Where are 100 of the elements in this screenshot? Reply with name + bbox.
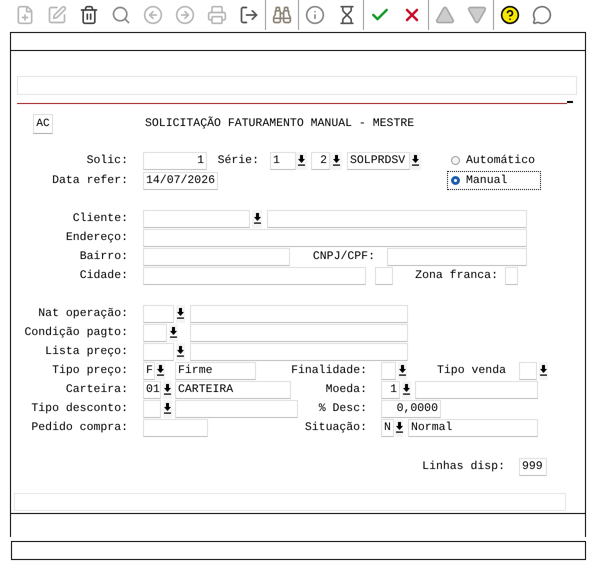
info-icon [305,5,325,25]
new-document-icon [15,5,35,25]
input-field[interactable] [143,228,527,246]
arrow-down-icon [164,403,171,414]
field-label: Tipo venda [436,363,506,379]
input-field[interactable]: 1 [143,152,207,170]
field-label: Tipo desconto: [30,401,128,417]
input-field[interactable] [143,324,167,342]
input-field[interactable] [415,380,538,398]
dropdown-button[interactable] [176,304,185,322]
search-icon [111,5,131,25]
field-label: Nat operação: [37,306,128,322]
arrow-down-icon [298,155,305,166]
field-label: Lista preço: [44,344,128,360]
dropdown-button[interactable] [252,210,262,228]
arrow-down-icon [254,213,260,224]
exit-icon [239,5,259,25]
input-field[interactable] [143,266,366,284]
triangle-up-icon [435,5,455,25]
field-label: Cidade: [78,268,128,284]
arrow-down-icon [170,327,177,338]
arrow-down-icon [540,365,547,376]
field-label: Tipo preço: [51,363,128,379]
input-field[interactable]: Firme [175,362,256,380]
field-label: Data refer: [51,173,128,189]
dropdown-button[interactable] [398,362,407,380]
input-field[interactable]: N [381,418,394,436]
field-label: Cliente: [72,211,128,227]
help-icon [500,5,520,25]
arrow-down-icon [177,308,184,319]
input-field[interactable]: 01 [143,380,161,398]
input-field[interactable] [143,210,250,228]
dropdown-button[interactable] [163,400,172,418]
input-field[interactable] [190,324,408,342]
input-field[interactable]: 1 [270,152,296,170]
dropdown-button[interactable] [410,152,421,170]
input-field[interactable] [143,304,174,322]
input-field[interactable] [143,342,174,360]
next-icon [175,5,195,25]
ac-button[interactable]: AC [33,114,53,134]
input-field[interactable] [505,266,518,284]
input-field[interactable]: 999 [519,458,547,476]
dropdown-button[interactable] [156,362,165,380]
field-label: Linhas disp: [421,459,505,475]
field-label: Finalidade: [290,363,367,379]
input-field[interactable]: Normal [408,418,538,436]
arrow-down-icon [332,155,340,166]
field-label: Endereço: [64,230,128,246]
arrow-down-icon [164,384,171,395]
input-field[interactable]: 14/07/2026 [143,172,218,190]
dropdown-button[interactable] [176,342,185,360]
dropdown-button[interactable] [395,418,403,436]
dropdown-button[interactable] [169,324,178,342]
input-field[interactable]: SOLPRDSV [347,152,410,170]
field-label: Solic: [86,153,128,169]
input-field[interactable] [190,342,408,360]
input-field[interactable] [143,248,290,266]
input-field[interactable] [190,304,408,322]
field-label: Carteira: [64,382,128,398]
radio-option[interactable]: Manual [447,171,541,190]
input-field[interactable] [519,362,537,380]
dropdown-button[interactable] [330,152,342,170]
arrow-down-icon [177,346,184,357]
field-label: Zona franca: [414,268,498,284]
dropdown-button[interactable] [296,152,307,170]
binoculars-icon [272,5,292,25]
form-title: SOLICITAÇÃO FATURAMENTO MANUAL - MESTRE [145,116,414,132]
input-field[interactable] [143,418,208,436]
input-field[interactable] [387,248,527,266]
field-label: Condição pagto: [23,325,128,341]
arrow-down-icon [412,155,419,166]
field-label: Bairro: [78,249,128,265]
speech-bubble-icon [532,5,552,25]
field-label: Série: [216,153,259,169]
input-field[interactable] [143,400,161,418]
arrow-down-icon [396,422,402,433]
dropdown-button[interactable] [539,362,548,380]
input-field[interactable]: CARTEIRA [175,380,291,398]
edit-icon [47,5,67,25]
input-field[interactable]: F [143,362,155,380]
field-label: Pedido compra: [30,420,128,436]
arrow-down-icon [157,365,164,376]
arrow-down-icon [403,384,410,395]
dropdown-button[interactable] [163,380,172,398]
triangle-down-icon [467,5,487,25]
input-field[interactable] [267,210,527,228]
field-label: Moeda: [324,382,367,398]
radio-option[interactable]: Automático [447,151,541,170]
input-field[interactable] [381,362,396,380]
input-field[interactable] [375,266,393,284]
field-label: Situação: [304,420,367,436]
input-field[interactable]: 0,0000 [381,400,441,418]
print-icon [207,5,227,25]
previous-icon [143,5,163,25]
input-field[interactable] [175,400,298,418]
dropdown-button[interactable] [402,380,411,398]
arrow-down-icon [399,365,406,376]
input-field[interactable]: 1 [381,380,400,398]
input-field[interactable]: 2 [311,152,330,170]
field-label: % Desc: [318,401,367,417]
